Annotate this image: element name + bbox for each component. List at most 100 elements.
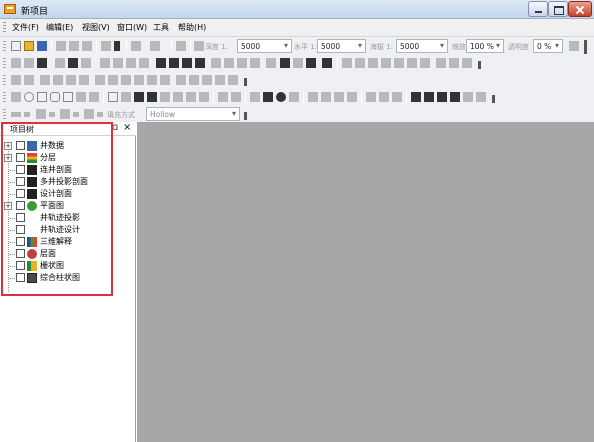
arrow-c-icon[interactable] xyxy=(437,92,447,102)
fill-mode-combo[interactable]: Hollow xyxy=(146,107,240,121)
new-file-icon[interactable] xyxy=(11,41,21,51)
snap-icon[interactable] xyxy=(436,58,446,68)
curve-icon[interactable] xyxy=(68,58,78,68)
connect-icon[interactable] xyxy=(293,58,303,68)
toolbar-grip[interactable] xyxy=(3,92,6,103)
toolbar-overflow-icon[interactable] xyxy=(244,78,247,86)
toolbar-overflow-icon[interactable] xyxy=(584,40,587,54)
redo-icon[interactable] xyxy=(150,41,160,51)
align-right-icon[interactable] xyxy=(224,58,234,68)
distribute-b-icon[interactable] xyxy=(321,92,331,102)
distribute-a-icon[interactable] xyxy=(308,92,318,102)
freeform-icon[interactable] xyxy=(76,92,86,102)
grid-e-icon[interactable] xyxy=(394,58,404,68)
flag-icon[interactable] xyxy=(322,58,332,68)
ungroup-icon[interactable] xyxy=(379,92,389,102)
fork-icon[interactable] xyxy=(108,75,118,85)
align-center-icon[interactable] xyxy=(266,58,276,68)
align-bottom-icon[interactable] xyxy=(250,58,260,68)
corner-icon[interactable] xyxy=(147,75,157,85)
rounded-rect-icon[interactable] xyxy=(50,92,60,102)
well-icon[interactable] xyxy=(113,58,123,68)
lithology-icon[interactable] xyxy=(126,58,136,68)
chart-symbol-icon[interactable] xyxy=(121,92,131,102)
panel-close-icon[interactable]: × xyxy=(123,122,131,133)
break-icon[interactable] xyxy=(306,58,316,68)
arrow-d-icon[interactable] xyxy=(450,92,460,102)
toolbar-grip[interactable] xyxy=(3,109,6,120)
arrow-b-icon[interactable] xyxy=(424,92,434,102)
polygon-icon[interactable] xyxy=(63,92,73,102)
baseline-icon[interactable] xyxy=(95,75,105,85)
align-left-icon[interactable] xyxy=(211,58,221,68)
bubble-icon[interactable] xyxy=(173,92,183,102)
workspace-area[interactable] xyxy=(137,122,594,442)
grid-g-icon[interactable] xyxy=(420,58,430,68)
open-folder-icon[interactable] xyxy=(24,41,34,51)
angle-icon[interactable] xyxy=(121,75,131,85)
line-icon[interactable] xyxy=(160,75,170,85)
fault-c-icon[interactable] xyxy=(202,75,212,85)
wave-icon[interactable] xyxy=(218,92,228,102)
stretch-icon[interactable] xyxy=(280,58,290,68)
minimize-button[interactable] xyxy=(528,1,548,17)
copy-icon[interactable] xyxy=(69,41,79,51)
balloon-icon[interactable] xyxy=(199,92,209,102)
undo-icon[interactable] xyxy=(131,41,141,51)
delete-icon[interactable] xyxy=(24,58,34,68)
insert-track-icon[interactable] xyxy=(156,58,166,68)
toolbar-grip[interactable] xyxy=(3,75,6,86)
fault-a-icon[interactable] xyxy=(176,75,186,85)
slash-icon[interactable] xyxy=(53,75,63,85)
properties-icon[interactable] xyxy=(476,92,486,102)
insert-curve-icon[interactable] xyxy=(169,58,179,68)
menu-tools[interactable]: 工具 xyxy=(153,22,169,33)
track-icon[interactable] xyxy=(81,58,91,68)
print-icon[interactable] xyxy=(101,41,111,51)
distribute-d-icon[interactable] xyxy=(347,92,357,102)
arrow-a-icon[interactable] xyxy=(411,92,421,102)
select-tool-icon[interactable] xyxy=(176,41,186,51)
menu-edit[interactable]: 编辑(E) xyxy=(46,22,73,33)
fill-color-icon[interactable] xyxy=(60,109,70,119)
table-icon[interactable] xyxy=(289,92,299,102)
distribute-c-icon[interactable] xyxy=(334,92,344,102)
grid-d-icon[interactable] xyxy=(381,58,391,68)
text-color-dropdown-icon[interactable] xyxy=(97,112,103,117)
diagonal-icon[interactable] xyxy=(66,75,76,85)
rectangle-icon[interactable] xyxy=(37,92,47,102)
ellipse-icon[interactable] xyxy=(24,92,34,102)
fault-e-icon[interactable] xyxy=(228,75,238,85)
elevation-scale-combo[interactable]: 5000 xyxy=(396,39,448,53)
cut-icon[interactable] xyxy=(56,41,66,51)
line-weight-dropdown-icon[interactable] xyxy=(24,112,30,117)
grid-c-icon[interactable] xyxy=(368,58,378,68)
equal-icon[interactable] xyxy=(134,75,144,85)
dot-icon[interactable] xyxy=(276,92,286,102)
toolbar-grip[interactable] xyxy=(3,41,6,52)
toolbar-overflow-icon[interactable] xyxy=(244,112,247,120)
hand-tool-icon[interactable] xyxy=(569,41,579,51)
vertical-bar-icon[interactable] xyxy=(79,75,89,85)
depth-icon[interactable] xyxy=(100,58,110,68)
menu-window[interactable]: 窗口(W) xyxy=(117,22,147,33)
line-color-icon[interactable] xyxy=(36,109,46,119)
frame-icon[interactable] xyxy=(463,92,473,102)
fill-color-dropdown-icon[interactable] xyxy=(73,112,79,117)
menu-help[interactable]: 帮助(H) xyxy=(178,22,206,33)
toolbar-overflow-icon[interactable] xyxy=(492,95,495,103)
maximize-button[interactable] xyxy=(548,1,568,17)
bar-chart-icon[interactable] xyxy=(263,92,273,102)
insert-depth-icon[interactable] xyxy=(182,58,192,68)
align-top-icon[interactable] xyxy=(237,58,247,68)
close-button[interactable] xyxy=(568,1,592,17)
line-tool-icon[interactable] xyxy=(89,92,99,102)
menu-grip[interactable] xyxy=(3,22,6,33)
save-icon[interactable] xyxy=(37,41,47,51)
transparency-combo[interactable]: 0 % xyxy=(533,39,563,53)
pointer-icon[interactable] xyxy=(11,92,21,102)
reorder-icon[interactable] xyxy=(462,58,472,68)
refresh-icon[interactable] xyxy=(194,41,204,51)
order-icon[interactable] xyxy=(392,92,402,102)
fault-b-icon[interactable] xyxy=(189,75,199,85)
